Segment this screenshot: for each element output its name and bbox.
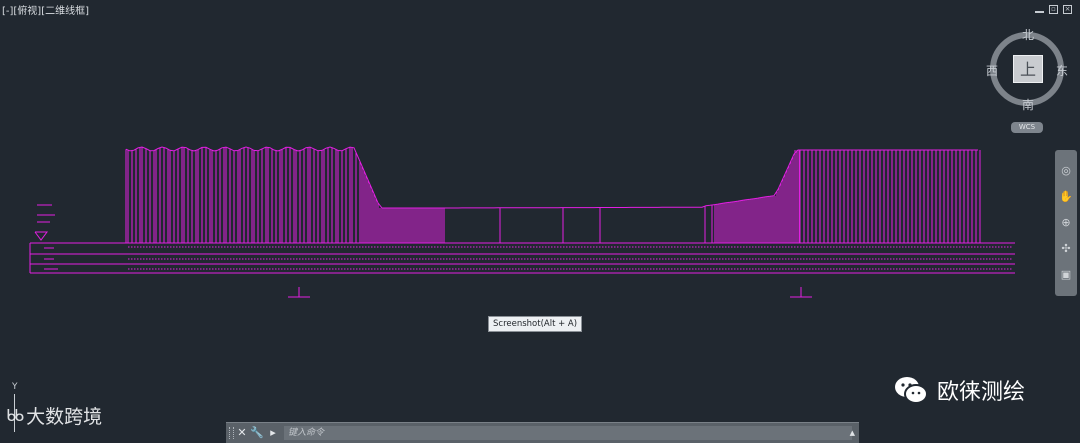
ucs-y-label: Y <box>12 382 18 392</box>
command-grip[interactable] <box>229 427 234 439</box>
watermark-left-logo: ᑲᑲ <box>6 406 24 425</box>
command-history-arrow-icon[interactable]: ▲ <box>850 429 855 437</box>
wcs-menu[interactable]: WCS <box>1011 122 1043 133</box>
compass-east[interactable]: 东 <box>1056 62 1068 79</box>
watermark-right-text: 欧徕测绘 <box>937 380 1026 405</box>
command-prompt-icon[interactable]: ▸ <box>266 426 280 440</box>
showmotion-icon[interactable]: ▣ <box>1059 268 1073 282</box>
datum-triangle <box>34 231 48 241</box>
viewcube[interactable]: 北 南 东 西 上 <box>986 26 1068 112</box>
wheel-icon[interactable]: ◎ <box>1059 164 1073 178</box>
watermark-left: ᑲᑲ 大数跨境 <box>6 402 102 429</box>
watermark-right: 欧徕测绘 <box>893 374 1025 406</box>
screenshot-tooltip: Screenshot(Alt + A) <box>488 316 583 332</box>
command-input[interactable] <box>284 426 852 440</box>
zoom-icon[interactable]: ⊕ <box>1059 216 1073 230</box>
watermark-left-text: 大数跨境 <box>26 406 103 428</box>
compass-west[interactable]: 西 <box>986 62 998 79</box>
wrench-icon[interactable]: 🔧 <box>250 426 264 440</box>
orbit-icon[interactable]: ✣ <box>1059 242 1073 256</box>
navigation-bar: ◎ ✋ ⊕ ✣ ▣ <box>1055 150 1077 296</box>
command-line-bar: ✕ 🔧 ▸ ▲ <box>226 422 859 443</box>
compass-north[interactable]: 北 <box>1022 26 1034 43</box>
compass-south[interactable]: 南 <box>1022 96 1034 113</box>
close-icon[interactable]: ✕ <box>235 426 249 440</box>
pan-icon[interactable]: ✋ <box>1059 190 1073 204</box>
cube-face-top[interactable]: 上 <box>1013 55 1043 83</box>
wechat-icon <box>895 377 928 404</box>
